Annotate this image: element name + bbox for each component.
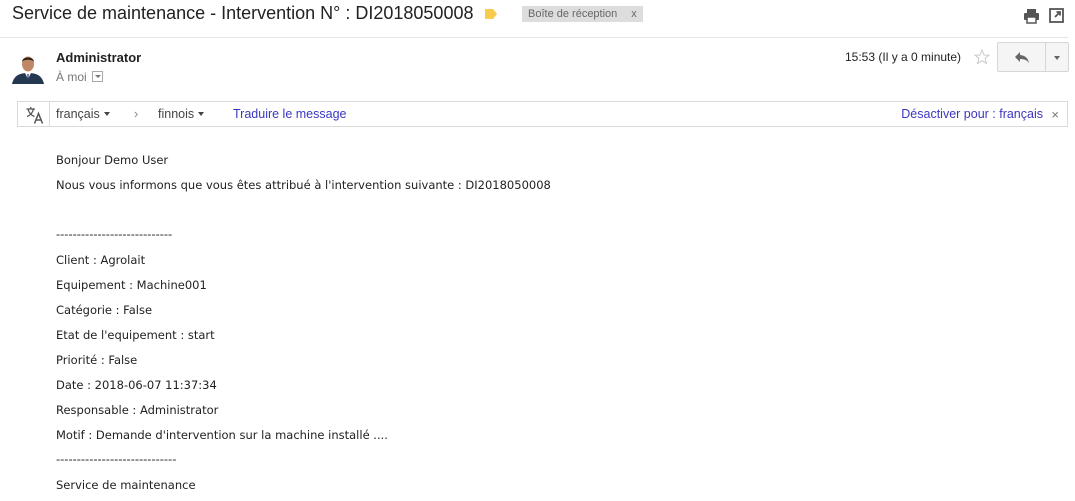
translate-bar-divider <box>49 102 50 126</box>
recipient-text: À moi <box>56 70 87 84</box>
chevron-down-icon <box>198 112 205 116</box>
reply-button[interactable] <box>997 42 1046 72</box>
source-language-label: français <box>56 107 100 121</box>
popout-icon[interactable] <box>1048 7 1065 24</box>
target-language-label: finnois <box>158 107 195 121</box>
message-timestamp: 15:53 (Il y a 0 minute) <box>845 50 962 64</box>
print-icon[interactable] <box>1023 7 1040 24</box>
translate-bar: français › finnois Traduire le message D… <box>17 101 1068 127</box>
close-icon[interactable]: × <box>1051 107 1059 122</box>
label-tag-icon[interactable] <box>484 9 498 19</box>
body-greeting: Bonjour Demo User <box>56 153 169 167</box>
show-details-toggle[interactable] <box>91 71 103 82</box>
body-separator: ---------------------------- <box>56 227 173 241</box>
translate-icon <box>26 107 44 124</box>
avatar <box>12 52 44 84</box>
sender-name[interactable]: Administrator <box>56 50 141 65</box>
body-categorie: Catégorie : False <box>56 303 153 317</box>
body-motif: Motif : Demande d'intervention sur la ma… <box>56 428 388 442</box>
body-signature: Service de maintenance <box>56 478 196 492</box>
inbox-label-text: Boîte de réception <box>528 8 618 20</box>
body-priorite: Priorité : False <box>56 353 138 367</box>
source-language-select[interactable]: français <box>56 107 110 121</box>
language-arrow-icon: › <box>134 107 139 121</box>
body-separator: ----------------------------- <box>56 452 177 466</box>
target-language-select[interactable]: finnois <box>158 107 205 121</box>
body-client: Client : Agrolait <box>56 253 146 267</box>
remove-label-button[interactable]: x <box>631 8 637 20</box>
more-actions-button[interactable] <box>1045 42 1069 72</box>
body-equipement: Equipement : Machine001 <box>56 278 207 292</box>
header-divider <box>0 37 1068 38</box>
body-date: Date : 2018-06-07 11:37:34 <box>56 378 217 392</box>
recipient-line: À moi <box>56 70 103 84</box>
reply-icon <box>1015 52 1029 63</box>
disable-translation-link[interactable]: Désactiver pour : français <box>901 107 1043 121</box>
body-etat: Etat de l'equipement : start <box>56 328 215 342</box>
body-responsable: Responsable : Administrator <box>56 403 219 417</box>
email-subject: Service de maintenance - Intervention N°… <box>12 3 474 23</box>
inbox-label-chip: Boîte de réception x <box>522 6 643 22</box>
body-intro: Nous vous informons que vous êtes attrib… <box>56 178 551 192</box>
translate-message-link[interactable]: Traduire le message <box>233 107 346 121</box>
chevron-down-icon <box>103 112 110 116</box>
star-icon[interactable] <box>974 49 990 65</box>
